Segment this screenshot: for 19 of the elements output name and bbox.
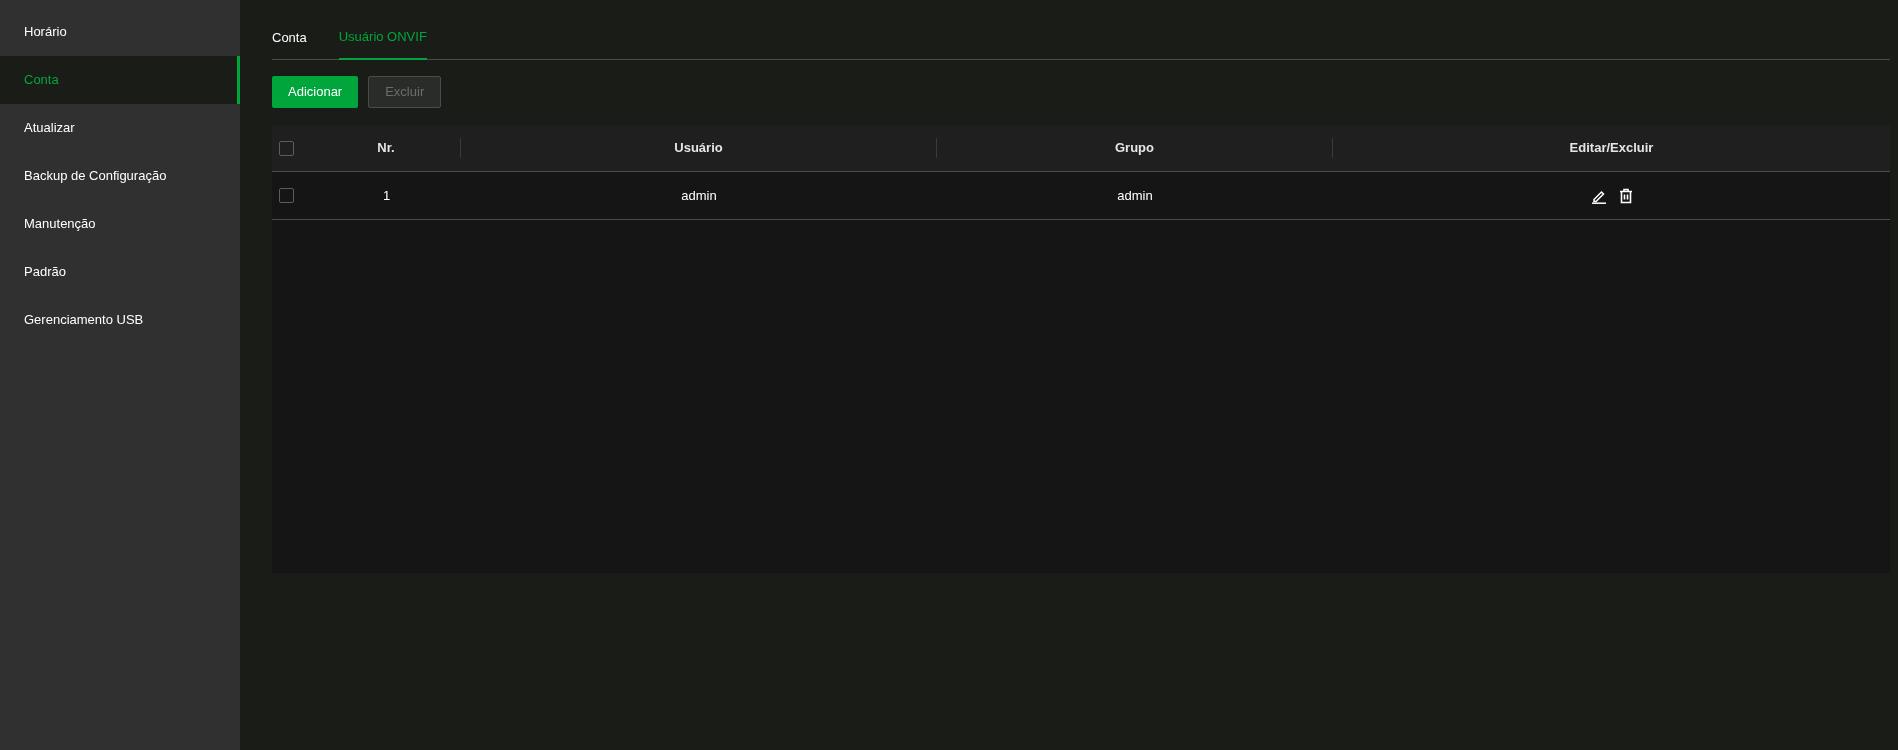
table-cell-text: 1 — [382, 186, 391, 205]
column-header: Grupo — [1115, 139, 1154, 158]
column-header: Usuário — [674, 139, 723, 158]
sidebar-item[interactable]: Backup de Configuração — [0, 152, 240, 200]
sidebar-item[interactable]: Padrão — [0, 248, 240, 296]
sidebar-item[interactable]: Atualizar — [0, 104, 240, 152]
checkbox[interactable] — [279, 140, 294, 156]
column-header: Editar/Excluir — [1569, 139, 1654, 158]
sidebar-item[interactable]: Manutenção — [0, 200, 240, 248]
column-header: Nr. — [377, 139, 395, 158]
checkbox[interactable] — [279, 188, 294, 203]
sidebar-item[interactable]: Gerenciamento USB — [0, 296, 240, 344]
table-cell-text: admin — [1117, 186, 1153, 205]
table-cell-text: admin — [681, 186, 717, 205]
tab[interactable]: Conta — [272, 20, 307, 60]
sidebar-item[interactable]: Horário — [0, 8, 240, 56]
tab[interactable]: Usuário ONVIF — [338, 20, 427, 60]
trash-icon[interactable] — [1618, 187, 1633, 204]
sidebar-item[interactable]: Conta — [0, 56, 240, 104]
